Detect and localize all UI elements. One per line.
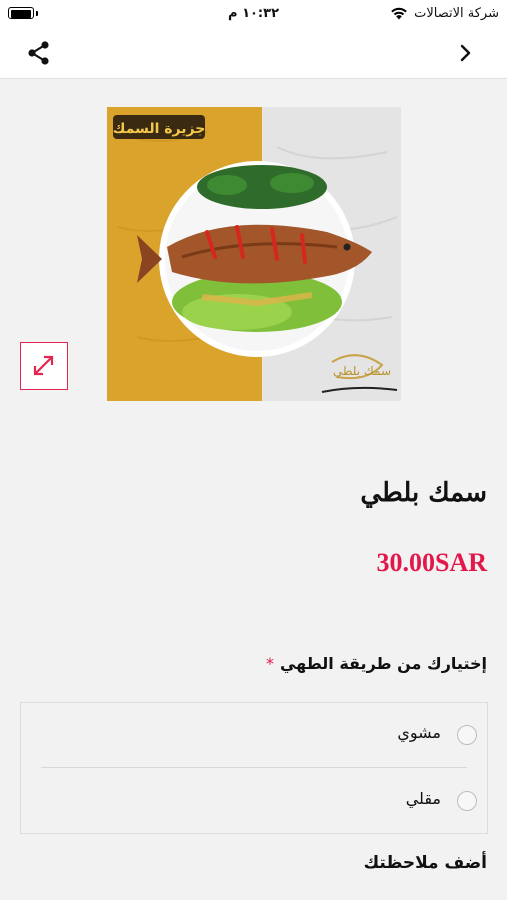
product-price: 30.00SAR — [376, 548, 487, 577]
fish-dish-illustration: جزيرة السمك سمك بلطي — [107, 107, 401, 401]
chevron-right-icon[interactable] — [459, 43, 471, 63]
product-image[interactable]: جزيرة السمك سمك بلطي — [107, 107, 401, 401]
radio-button[interactable] — [457, 791, 477, 811]
option-label: مقلي — [405, 789, 441, 808]
wifi-icon — [391, 7, 407, 20]
expand-icon — [33, 355, 54, 376]
carrier-name: شركة الاتصالات — [414, 6, 499, 21]
product-name: سمك بلطي — [360, 478, 487, 508]
option-fried[interactable]: مقلي — [21, 769, 487, 833]
share-icon[interactable] — [26, 40, 52, 66]
radio-button[interactable] — [457, 725, 477, 745]
cooking-method-label: إختيارك من طريقة الطهي * — [266, 654, 487, 673]
option-label: مشوي — [397, 723, 441, 742]
required-mark: * — [265, 654, 274, 673]
status-carrier-group: شركة الاتصالات — [390, 6, 499, 21]
cooking-options-list: مشوي مقلي — [20, 702, 488, 834]
option-grilled[interactable]: مشوي — [21, 703, 487, 767]
expand-image-button[interactable] — [20, 342, 68, 390]
add-notes-label: أضف ملاحظتك — [363, 853, 487, 873]
cooking-method-label-text: إختيارك من طريقة الطهي — [279, 654, 487, 673]
option-divider — [41, 767, 467, 768]
image-banner-text: جزيرة السمك — [113, 121, 206, 137]
navigation-bar — [0, 28, 507, 79]
status-bar: ١٠:٣٢ م شركة الاتصالات — [0, 0, 507, 28]
image-caption-text: سمك بلطي — [333, 364, 391, 378]
